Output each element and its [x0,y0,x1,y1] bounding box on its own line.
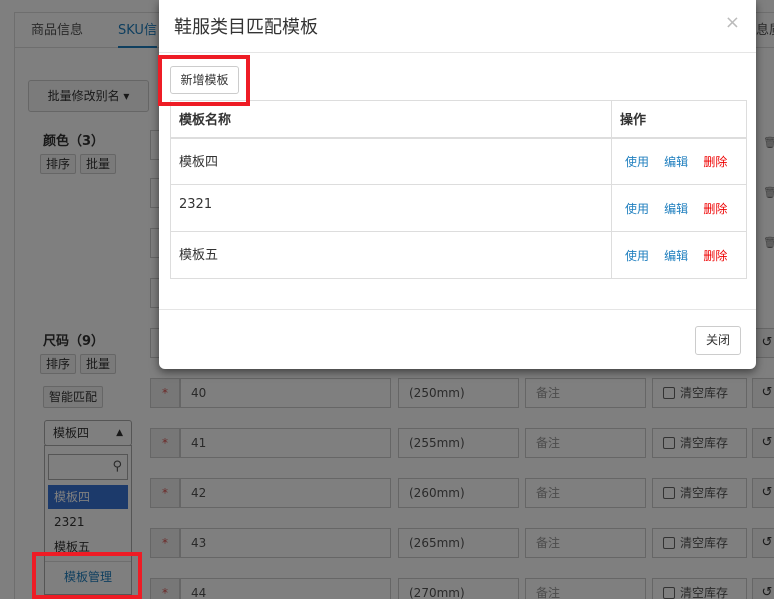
use-link[interactable]: 使用 [625,155,649,169]
template-name-cell: 2321 [170,184,612,232]
delete-link[interactable]: 删除 [703,155,727,169]
actions-cell: 使用 编辑 删除 [611,184,747,232]
modal-header: 鞋服类目匹配模板 × [159,0,756,53]
table-row: 模板四 使用 编辑 删除 [170,137,747,185]
table-header-row: 模板名称 操作 [170,100,747,139]
close-icon[interactable]: × [725,12,740,33]
highlight-box-add-template [158,55,250,106]
column-header-actions: 操作 [611,100,747,139]
edit-link[interactable]: 编辑 [664,155,688,169]
close-button[interactable]: 关闭 [695,326,741,355]
delete-link[interactable]: 删除 [703,202,727,216]
template-name-cell: 模板五 [170,231,612,279]
column-header-name: 模板名称 [170,100,612,139]
modal-footer: 关闭 [159,309,756,369]
edit-link[interactable]: 编辑 [664,249,688,263]
delete-link[interactable]: 删除 [703,249,727,263]
use-link[interactable]: 使用 [625,202,649,216]
modal-title: 鞋服类目匹配模板 [174,17,318,38]
actions-cell: 使用 编辑 删除 [611,231,747,279]
actions-cell: 使用 编辑 删除 [611,137,747,185]
table-row: 模板五 使用 编辑 删除 [170,231,747,279]
template-name-cell: 模板四 [170,137,612,185]
table-row: 2321 使用 编辑 删除 [170,184,747,232]
highlight-box-template-manage [32,552,142,599]
use-link[interactable]: 使用 [625,249,649,263]
edit-link[interactable]: 编辑 [664,202,688,216]
template-table: 模板名称 操作 模板四 使用 编辑 删除 2321 使用 编辑 删除 模板五 使… [170,100,747,279]
